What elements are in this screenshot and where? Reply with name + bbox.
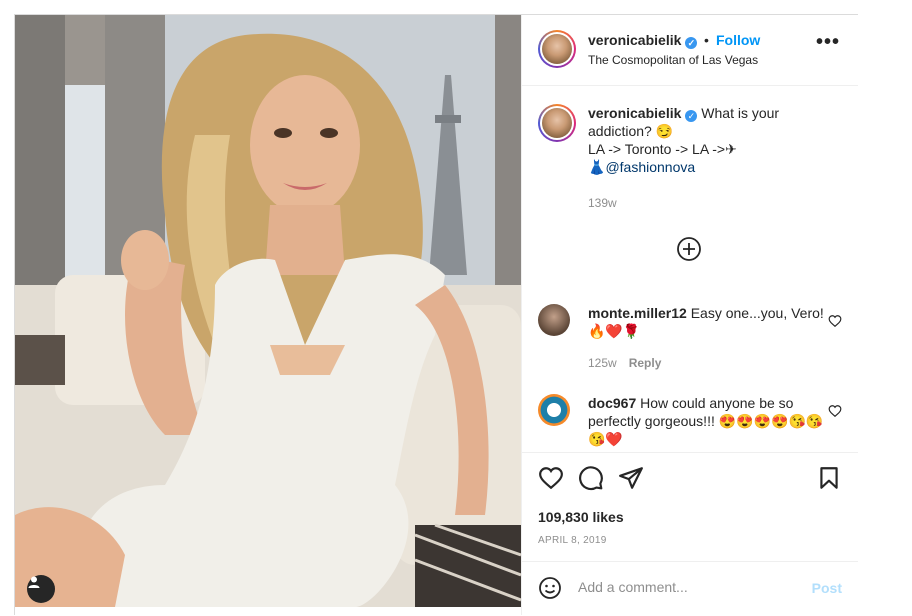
location-link[interactable]: The Cosmopolitan of Las Vegas: [588, 53, 758, 67]
caption-line-2: LA -> Toronto -> LA ->✈: [588, 141, 737, 157]
author-username[interactable]: veronicabielik ✓: [588, 32, 698, 49]
comment-icon[interactable]: [578, 465, 604, 491]
user-icon: [28, 576, 40, 588]
post-photo[interactable]: [15, 15, 521, 607]
comment-meta: 125w Reply: [588, 356, 661, 370]
paper-plane-icon[interactable]: [618, 465, 644, 491]
post-date[interactable]: APRIL 8, 2019: [538, 535, 607, 546]
comment-like-heart-icon[interactable]: [828, 314, 842, 328]
comment-text: monte.miller12 Easy one...you, Vero! 🔥❤️…: [588, 304, 836, 340]
author-avatar[interactable]: [538, 30, 576, 68]
photo-illustration: [15, 15, 521, 607]
smiley-icon[interactable]: [538, 576, 562, 600]
post-comment-button[interactable]: Post: [812, 580, 842, 596]
plus-circle-icon[interactable]: [676, 236, 702, 262]
bookmark-icon[interactable]: [816, 465, 842, 491]
caption-dress-emoji: 👗: [588, 159, 606, 175]
header-separator: •: [704, 32, 709, 48]
reply-button[interactable]: Reply: [629, 356, 662, 370]
commenter-avatar[interactable]: [538, 304, 570, 336]
comment-text: doc967 How could anyone be so perfectly …: [588, 394, 836, 448]
mention-link[interactable]: @fashionnova: [605, 159, 695, 175]
add-comment-bar: Post: [522, 561, 858, 616]
post-actions: 109,830 likes APRIL 8, 2019: [522, 452, 858, 561]
commenter-username[interactable]: doc967: [588, 395, 636, 411]
verified-badge-icon: ✓: [685, 37, 698, 49]
verified-badge-icon: ✓: [685, 110, 698, 122]
comment-item: doc967 How could anyone be so perfectly …: [538, 394, 842, 452]
user-tag-button[interactable]: [27, 575, 55, 603]
commenter-avatar[interactable]: [538, 394, 570, 426]
caption-username[interactable]: veronicabielik: [588, 105, 681, 121]
post-header: veronicabielik ✓ • Follow The Cosmopolita…: [522, 15, 858, 86]
caption: veronicabielik ✓ What is your addiction? …: [538, 104, 838, 214]
commenter-username[interactable]: monte.miller12: [588, 305, 687, 321]
caption-avatar[interactable]: [538, 104, 576, 142]
comment-input[interactable]: [578, 576, 788, 598]
comments-list[interactable]: veronicabielik ✓ What is your addiction? …: [522, 86, 858, 452]
comment-like-heart-icon[interactable]: [828, 404, 842, 418]
comment-age: 125w: [588, 356, 617, 370]
post-card: veronicabielik ✓ • Follow The Cosmopolita…: [14, 14, 858, 615]
post-side-panel: veronicabielik ✓ • Follow The Cosmopolita…: [521, 15, 858, 615]
heart-icon[interactable]: [538, 465, 564, 491]
caption-text: veronicabielik ✓ What is your addiction? …: [588, 104, 836, 176]
comment-item: monte.miller12 Easy one...you, Vero! 🔥❤️…: [538, 304, 842, 374]
more-options-icon[interactable]: •••: [816, 32, 840, 52]
follow-button[interactable]: Follow: [716, 32, 760, 48]
likes-count[interactable]: 109,830 likes: [538, 509, 624, 525]
caption-age: 139w: [588, 196, 617, 210]
